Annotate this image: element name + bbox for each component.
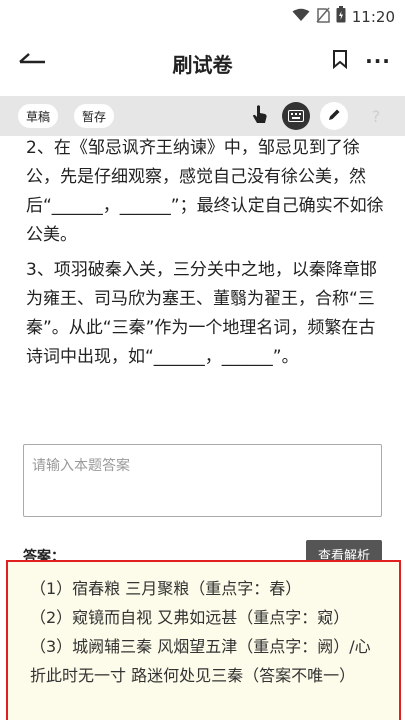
status-icons: 11:20 [292, 6, 395, 27]
question-item: 2、在《邹忌讽齐王纳谏》中，邹忌见到了徐公，先是仔细观察，感觉自己没有徐公美，然… [26, 138, 384, 245]
answer-line: （2）窥镜而自视 又弗如远甚（重点字：窥） [30, 608, 350, 627]
more-button[interactable]: ··· [365, 47, 391, 75]
help-button[interactable]: ? [362, 102, 390, 130]
wifi-icon [292, 7, 310, 26]
pen-icon [327, 107, 341, 126]
status-bar: 11:20 [0, 0, 405, 32]
answer-toolbar: 草稿 暂存 ? [0, 96, 405, 136]
save-draft-button[interactable]: 暂存 [74, 104, 115, 128]
pen-button[interactable] [320, 102, 348, 130]
status-time: 11:20 [351, 7, 395, 26]
app-bar: 刷试卷 ··· [0, 32, 405, 90]
answer-input[interactable]: 请输入本题答案 [23, 444, 382, 517]
keyboard-button[interactable] [282, 102, 310, 130]
keyboard-icon [288, 107, 304, 126]
draft-button[interactable]: 草稿 [18, 104, 59, 128]
sim-icon [316, 7, 330, 27]
hand-tool-button[interactable] [246, 102, 274, 130]
battery-icon [336, 6, 346, 27]
bookmark-icon [332, 49, 348, 73]
answer-line: （3）城阙辅三秦 风烟望五津（重点字：阙）/心折此时无一寸 路迷何处见三秦（答案… [30, 637, 371, 685]
question-content[interactable]: 2、在《邹忌讽齐王纳谏》中，邹忌见到了徐公，先是仔细观察，感觉自己没有徐公美，然… [0, 136, 405, 720]
hand-pointer-icon [251, 104, 269, 128]
bookmark-button[interactable] [327, 47, 353, 75]
answer-line: （1）宿春粮 三月聚粮（重点字：春） [30, 579, 302, 598]
answer-panel: （1）宿春粮 三月聚粮（重点字：春） （2）窥镜而自视 又弗如远甚（重点字：窥）… [6, 560, 401, 720]
question-item: 3、项羽破秦入关，三分关中之地，以秦降章邯为雍王、司马欣为塞王、董翳为翟王，合称… [26, 260, 377, 367]
